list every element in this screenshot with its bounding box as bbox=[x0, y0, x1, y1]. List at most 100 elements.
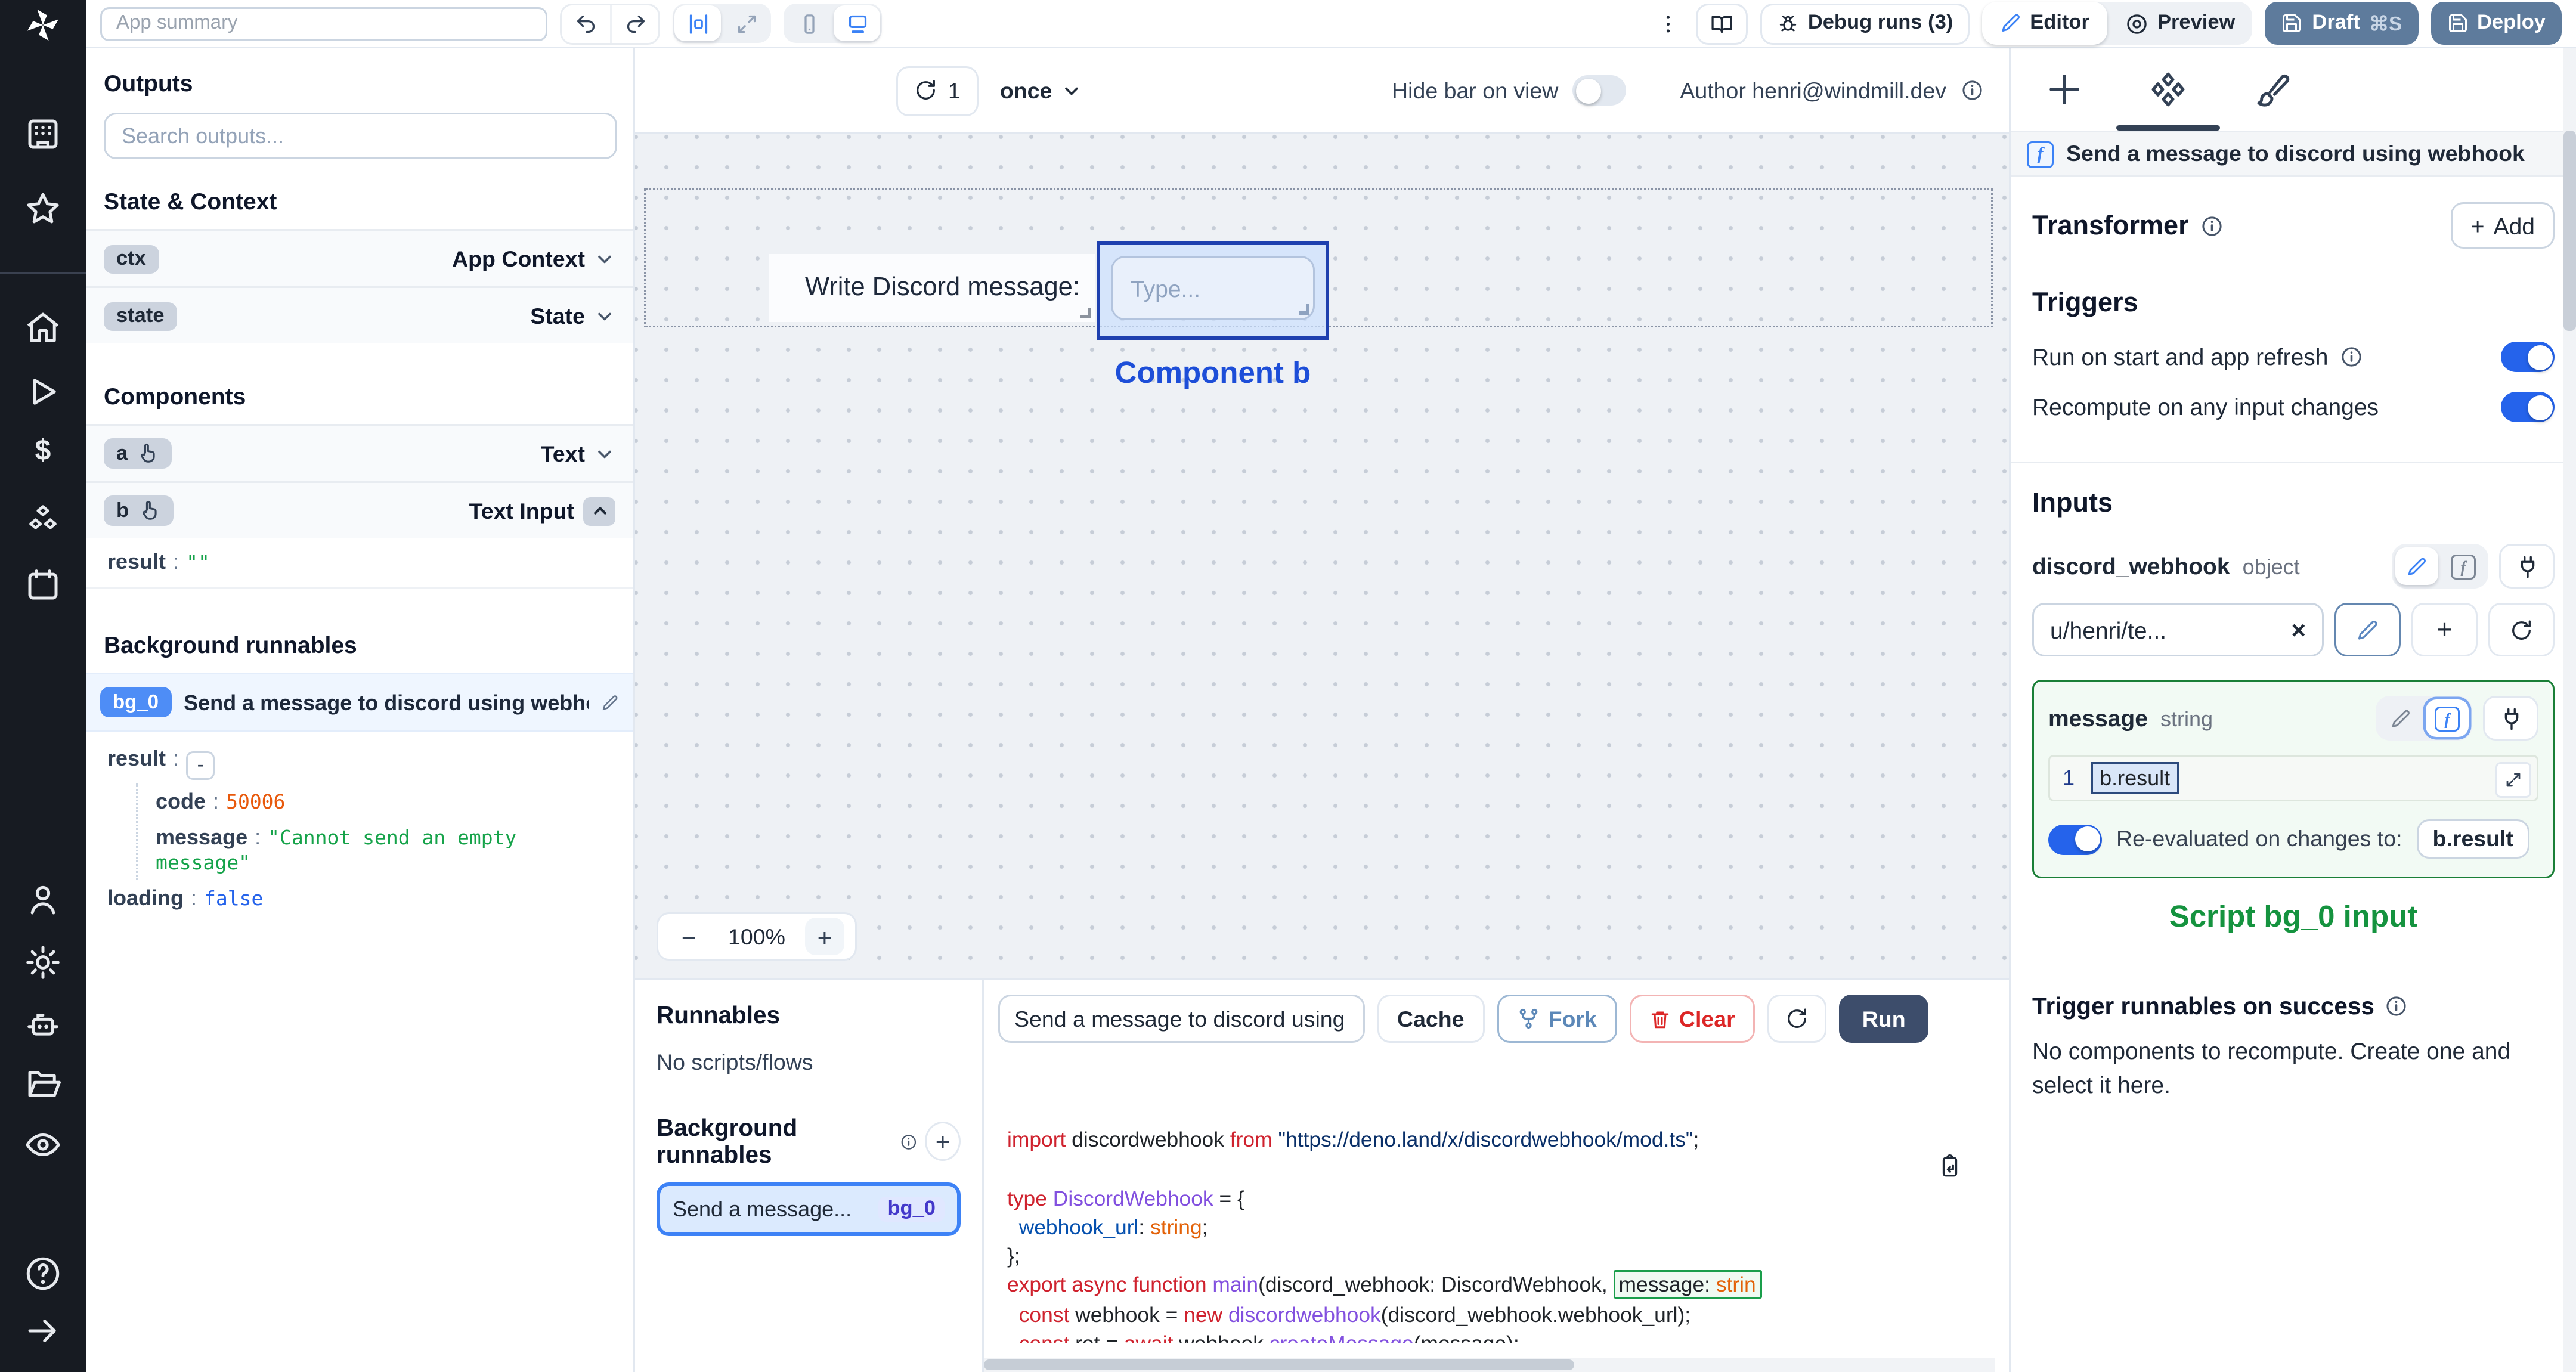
layout-toggle-group bbox=[673, 4, 771, 43]
desktop-view-button[interactable] bbox=[834, 5, 880, 41]
tab-settings-components-icon[interactable] bbox=[2148, 70, 2188, 109]
text-component-a[interactable]: Write Discord message: bbox=[769, 254, 1095, 322]
expand-icon bbox=[737, 14, 755, 32]
expression-editor[interactable]: 1 b.result bbox=[2048, 755, 2538, 801]
output-row-state[interactable]: state State bbox=[86, 286, 633, 343]
settings-gear-icon[interactable] bbox=[23, 943, 63, 982]
docs-button[interactable] bbox=[1695, 2, 1747, 44]
apps-icon[interactable] bbox=[23, 114, 63, 154]
add-transformer-button[interactable]: + Add bbox=[2451, 202, 2555, 249]
vertical-scrollbar[interactable] bbox=[2563, 48, 2576, 1372]
bug-icon bbox=[1779, 14, 1795, 31]
expand-editor-button[interactable] bbox=[2496, 762, 2531, 798]
create-resource-button[interactable]: + bbox=[2411, 603, 2478, 656]
user-icon[interactable] bbox=[23, 880, 63, 919]
static-mode-button[interactable] bbox=[2395, 547, 2438, 585]
zoom-out-button[interactable]: − bbox=[669, 918, 708, 955]
favorites-star-icon[interactable] bbox=[23, 190, 63, 229]
refresh-count-button[interactable]: 1 bbox=[896, 65, 979, 116]
search-outputs-input[interactable] bbox=[104, 113, 617, 159]
info-icon bbox=[902, 1133, 917, 1149]
redo-icon bbox=[626, 14, 644, 32]
trigger-run-on-start-label: Run on start and app refresh bbox=[2032, 343, 2329, 370]
copy-code-button[interactable] bbox=[1937, 1097, 1984, 1237]
workers-robot-icon[interactable] bbox=[23, 1005, 63, 1045]
app-summary-input[interactable] bbox=[100, 6, 547, 41]
top-toolbar: Debug runs (3) Editor Preview Draft ⌘S D… bbox=[86, 0, 2576, 48]
recompute-toggle[interactable] bbox=[2501, 392, 2555, 422]
deploy-button[interactable]: Deploy bbox=[2430, 2, 2562, 45]
text-input-component[interactable]: Type... bbox=[1111, 256, 1315, 320]
output-row-ctx[interactable]: ctx App Context bbox=[86, 229, 633, 286]
zoom-in-button[interactable]: + bbox=[804, 918, 844, 955]
run-button[interactable]: Run bbox=[1838, 995, 1929, 1043]
collapse-arrow-icon[interactable] bbox=[23, 1311, 63, 1351]
eval-mode-button[interactable]: f bbox=[2426, 699, 2469, 737]
debug-runs-button[interactable]: Debug runs (3) bbox=[1759, 2, 1970, 44]
clear-button[interactable]: Clear bbox=[1628, 995, 1755, 1043]
center-align-button[interactable] bbox=[674, 5, 721, 41]
add-runnable-button[interactable]: + bbox=[925, 1122, 961, 1161]
redo-button[interactable] bbox=[610, 4, 658, 42]
static-mode-button[interactable] bbox=[2379, 699, 2422, 737]
reload-button[interactable] bbox=[1767, 995, 1826, 1043]
component-row-a[interactable]: a Text bbox=[86, 424, 633, 481]
windmill-logo-icon[interactable] bbox=[23, 5, 63, 45]
selected-component-b[interactable]: Type... bbox=[1097, 241, 1329, 340]
collapse-button[interactable] bbox=[583, 496, 615, 525]
tab-preview[interactable]: Preview bbox=[2107, 2, 2253, 45]
eval-mode-button[interactable]: f bbox=[2442, 547, 2485, 585]
clear-resource-icon[interactable]: × bbox=[2291, 615, 2306, 644]
runnable-name: Send a message... bbox=[673, 1197, 852, 1222]
script-name-input[interactable] bbox=[998, 995, 1365, 1043]
runs-play-icon[interactable] bbox=[23, 372, 63, 411]
bg0-badge: bg_0 bbox=[100, 687, 172, 717]
fork-label: Fork bbox=[1548, 1006, 1597, 1032]
bg0-row[interactable]: bg_0 Send a message to discord using web… bbox=[86, 673, 633, 732]
field-discord-webhook-name: discord_webhook bbox=[2032, 552, 2230, 579]
code-editor[interactable]: import discordwebhook from "https://deno… bbox=[984, 1054, 2009, 1343]
cache-button[interactable]: Cache bbox=[1377, 995, 1484, 1043]
tab-theme-brush-icon[interactable] bbox=[2252, 70, 2292, 109]
collapse-result-button[interactable]: - bbox=[186, 751, 215, 780]
horizontal-scrollbar[interactable] bbox=[984, 1358, 1995, 1372]
audit-eye-icon[interactable] bbox=[23, 1125, 63, 1165]
resource-picker-input[interactable]: u/henri/te... × bbox=[2032, 603, 2324, 656]
a-type: Text bbox=[540, 441, 585, 466]
schedules-calendar-icon[interactable] bbox=[23, 565, 63, 605]
home-icon[interactable] bbox=[23, 308, 63, 347]
edit-resource-button[interactable] bbox=[2334, 603, 2401, 656]
resize-handle[interactable] bbox=[1299, 304, 1309, 315]
refresh-resource-button[interactable] bbox=[2488, 603, 2555, 656]
frequency-dropdown[interactable]: once bbox=[1000, 78, 1083, 103]
tab-editor[interactable]: Editor bbox=[1981, 2, 2107, 45]
canvas-grid[interactable]: Write Discord message: Type... Component… bbox=[635, 134, 2009, 978]
result-value: "" bbox=[186, 551, 210, 574]
kv-value: 50006 bbox=[226, 791, 286, 814]
runnable-item-bg0[interactable]: Send a message... bg_0 bbox=[657, 1182, 961, 1236]
more-menu-button[interactable] bbox=[1656, 12, 1679, 35]
expand-diagonal-icon bbox=[2506, 773, 2521, 787]
field-message-type: string bbox=[2160, 705, 2213, 731]
no-components-text: No components to recompute. Create one a… bbox=[2032, 1037, 2511, 1098]
hide-bar-toggle[interactable] bbox=[1572, 75, 1627, 106]
folders-icon[interactable] bbox=[23, 1064, 63, 1104]
variables-dollar-icon[interactable]: $ bbox=[23, 436, 63, 476]
fork-button[interactable]: Fork bbox=[1496, 995, 1617, 1043]
tab-insert-plus-icon[interactable] bbox=[2045, 70, 2084, 109]
connect-plug-button[interactable] bbox=[2483, 696, 2538, 741]
run-on-start-toggle[interactable] bbox=[2501, 342, 2555, 372]
reeval-toggle[interactable] bbox=[2048, 823, 2102, 854]
resize-handle[interactable] bbox=[1080, 308, 1091, 318]
fullscreen-button[interactable] bbox=[723, 5, 769, 41]
undo-button[interactable] bbox=[562, 4, 610, 42]
outputs-panel: Outputs State & Context ctx App Context … bbox=[86, 48, 635, 1372]
help-icon[interactable] bbox=[23, 1254, 63, 1293]
component-row-b[interactable]: b Text Input bbox=[86, 481, 633, 538]
reeval-value-chip[interactable]: b.result bbox=[2416, 819, 2529, 859]
draft-button[interactable]: Draft ⌘S bbox=[2265, 2, 2418, 45]
resources-cubes-icon[interactable] bbox=[23, 501, 63, 540]
cache-label: Cache bbox=[1397, 1006, 1465, 1032]
connect-plug-button[interactable] bbox=[2499, 544, 2555, 589]
mobile-view-button[interactable] bbox=[785, 5, 832, 41]
